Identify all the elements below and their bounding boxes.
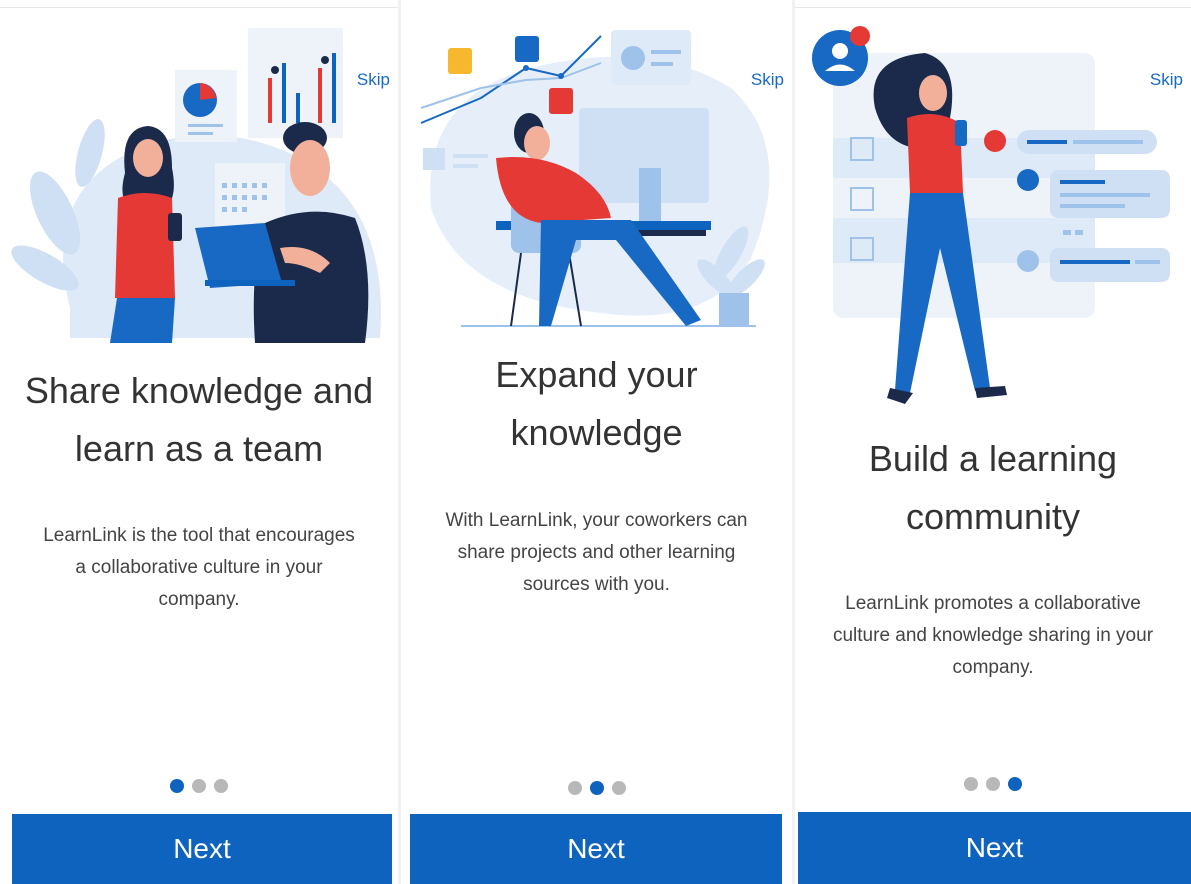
description-line: With LearnLink, your coworkers can	[445, 510, 748, 531]
page-dot[interactable]	[611, 781, 626, 795]
description-line: LearnLink promotes a collaborative	[845, 593, 1141, 614]
description-line: sources with you.	[523, 574, 670, 595]
two-coworkers-laptop-illustration	[11, 28, 381, 343]
woman-at-desk-computer-illustration	[420, 30, 770, 327]
screen-title: Expand your knowledge	[401, 346, 792, 462]
page-indicator	[795, 777, 1191, 791]
page-dot[interactable]	[986, 777, 1000, 791]
screen-title: Build a learning community	[795, 430, 1191, 546]
description-line: share projects and other learning	[457, 542, 736, 563]
next-button[interactable]: Next	[12, 814, 392, 884]
page-indicator	[0, 779, 398, 793]
next-button[interactable]: Next	[798, 812, 1191, 884]
title-line: knowledge	[510, 412, 683, 453]
description-line: culture and knowledge sharing in your	[832, 625, 1154, 646]
page-dot[interactable]	[214, 779, 228, 793]
screen-description: LearnLink is the tool that encourages a …	[0, 520, 398, 616]
title-line: learn as a team	[74, 428, 324, 469]
title-line: Build a learning	[868, 438, 1118, 479]
page-dot[interactable]	[192, 779, 206, 793]
description-line: company.	[158, 589, 240, 610]
next-button[interactable]: Next	[410, 814, 782, 884]
description-line: LearnLink is the tool that encourages	[43, 525, 355, 546]
screen-description: With LearnLink, your coworkers can share…	[401, 505, 792, 601]
onboarding-screen-1: Skip Share knowledge and learn as a team…	[0, 0, 398, 884]
onboarding-screens: Skip Share knowledge and learn as a team…	[0, 0, 1191, 884]
woman-walking-phone-illustration	[812, 26, 1170, 404]
title-line: Expand your	[495, 354, 698, 395]
page-dot-active[interactable]	[589, 781, 604, 795]
top-border	[0, 0, 398, 8]
screen-title: Share knowledge and learn as a team	[0, 362, 398, 478]
title-line: Share knowledge and	[24, 370, 374, 411]
page-dot[interactable]	[964, 777, 978, 791]
page-dot-active[interactable]	[1008, 777, 1022, 791]
page-dot[interactable]	[567, 781, 582, 795]
top-border	[795, 0, 1191, 8]
page-dot-active[interactable]	[170, 779, 184, 793]
description-line: a collaborative culture in your	[75, 557, 323, 578]
screen-description: LearnLink promotes a collaborative cultu…	[795, 588, 1191, 684]
onboarding-screen-2: Skip Expand your knowledge With LearnLin…	[401, 0, 792, 884]
description-line: company.	[952, 657, 1034, 678]
onboarding-screen-3: Skip Build a learning community LearnLin…	[795, 0, 1191, 884]
title-line: community	[905, 496, 1081, 537]
page-indicator	[401, 781, 792, 795]
